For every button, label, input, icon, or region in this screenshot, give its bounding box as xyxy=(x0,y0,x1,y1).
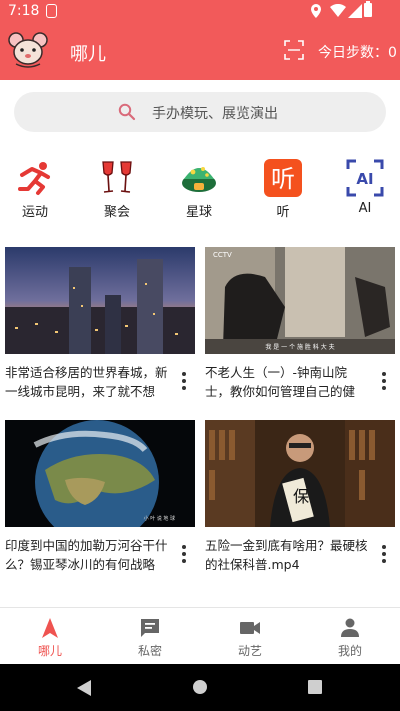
status-bar: 7:18 xyxy=(0,0,400,24)
category-label: 星球 xyxy=(185,205,212,220)
video-thumbnail[interactable]: 我 是 一 个 施 胜 科 大 夫 CCTV xyxy=(205,247,395,354)
step-counter: 今日步数：0 xyxy=(318,45,397,61)
home-icon[interactable] xyxy=(192,679,208,695)
video-thumbnail[interactable]: 保 xyxy=(205,420,395,527)
tab-private[interactable]: 私密 xyxy=(100,608,200,665)
svg-text:AI: AI xyxy=(356,170,373,188)
category-row: 运动 聚会 星球 听 听 AI AI xyxy=(0,155,400,225)
category-label: 听 xyxy=(276,205,290,220)
more-options-icon[interactable] xyxy=(181,545,187,565)
sim-card-icon xyxy=(46,4,57,18)
thumbnail-caption: 保 xyxy=(293,487,309,506)
video-title[interactable]: 印度到中国的加勒万河谷干什么？锡亚琴冰川的有何战略价... xyxy=(5,536,171,574)
more-options-icon[interactable] xyxy=(381,545,387,565)
signal-icon xyxy=(348,4,362,18)
app-screen: 7:18 哪儿 今日步数：0 手办模玩、展览演出 运动 聚会 星球 听 听 AI… xyxy=(0,0,400,711)
navigation-arrow-icon xyxy=(42,618,58,638)
video-card[interactable]: 保 五险一金到底有啥用？最硬核的社保科普.mp4 xyxy=(205,420,395,580)
battery-icon xyxy=(364,1,372,17)
video-title[interactable]: 不老人生（一）-钟南山院士，教你如何管理自己的健康，出... xyxy=(205,363,371,401)
app-header: 7:18 哪儿 今日步数：0 xyxy=(0,0,400,80)
listen-icon: 听 xyxy=(264,159,302,197)
tab-label: 私密 xyxy=(137,644,162,658)
search-icon xyxy=(118,103,136,121)
wine-glasses-icon xyxy=(102,161,132,193)
search-placeholder: 手办模玩、展览演出 xyxy=(152,106,278,122)
location-icon xyxy=(311,4,321,18)
svg-text:CCTV: CCTV xyxy=(213,251,232,259)
tab-label: 我的 xyxy=(337,644,362,658)
video-thumbnail[interactable]: 小 叶 说 地 球 xyxy=(5,420,195,527)
video-camera-icon xyxy=(240,622,260,634)
chat-message-icon xyxy=(141,619,159,637)
svg-text:听: 听 xyxy=(271,165,295,193)
video-card[interactable]: 非常适合移居的世界春城，新一线城市昆明，来了就不想离... xyxy=(5,247,195,407)
tab-video[interactable]: 动艺 xyxy=(200,608,300,665)
category-running[interactable]: 运动 xyxy=(0,155,70,221)
video-card[interactable]: 小 叶 说 地 球 印度到中国的加勒万河谷干什么？锡亚琴冰川的有何战略价... xyxy=(5,420,195,580)
video-title[interactable]: 五险一金到底有啥用？最硬核的社保科普.mp4 xyxy=(205,536,371,574)
category-label: 聚会 xyxy=(103,205,130,220)
tab-profile[interactable]: 我的 xyxy=(300,608,400,665)
status-time: 7:18 xyxy=(8,3,40,19)
category-listen[interactable]: 听 听 xyxy=(248,155,318,221)
ai-scan-icon: AI xyxy=(346,159,384,197)
running-icon xyxy=(18,162,50,195)
mushroom-planet-icon xyxy=(182,167,216,192)
video-thumbnail[interactable] xyxy=(5,247,195,354)
category-party[interactable]: 聚会 xyxy=(82,155,152,221)
wifi-icon xyxy=(330,4,346,17)
tab-label: 动艺 xyxy=(237,644,262,658)
mouse-logo-icon[interactable] xyxy=(8,30,48,70)
category-label: AI xyxy=(358,201,372,216)
back-icon[interactable] xyxy=(76,679,92,697)
page-title: 哪儿 xyxy=(70,44,106,65)
category-planet[interactable]: 星球 xyxy=(164,155,234,221)
recents-icon[interactable] xyxy=(308,680,322,694)
tab-home[interactable]: 哪儿 xyxy=(0,608,100,665)
category-label: 运动 xyxy=(21,205,48,220)
tab-label: 哪儿 xyxy=(37,644,62,658)
scan-icon[interactable] xyxy=(284,40,304,60)
more-options-icon[interactable] xyxy=(381,372,387,392)
category-ai[interactable]: AI AI xyxy=(330,155,400,221)
thumbnail-caption: 我 是 一 个 施 胜 科 大 夫 xyxy=(265,343,334,351)
more-options-icon[interactable] xyxy=(181,372,187,392)
bottom-navigation: 哪儿 私密 动艺 我的 xyxy=(0,607,400,664)
video-card[interactable]: 我 是 一 个 施 胜 科 大 夫 CCTV 不老人生（一）-钟南山院士，教你如… xyxy=(205,247,395,407)
video-title[interactable]: 非常适合移居的世界春城，新一线城市昆明，来了就不想离... xyxy=(5,363,171,401)
person-icon xyxy=(341,618,359,637)
search-bar[interactable]: 手办模玩、展览演出 xyxy=(14,92,386,132)
system-navigation-bar xyxy=(0,664,400,711)
svg-text:小 叶 说 地 球: 小 叶 说 地 球 xyxy=(144,515,175,522)
